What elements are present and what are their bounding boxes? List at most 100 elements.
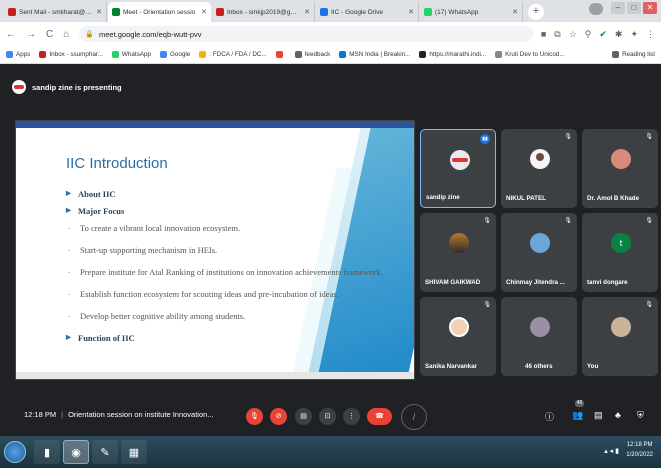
bookmark-apps[interactable]: Apps: [6, 51, 30, 58]
minimize-icon[interactable]: –: [611, 2, 625, 14]
meeting-info: 12:18 PM | Orientation session on institut…: [24, 410, 214, 419]
slide-content: About IIC Major Focus To create a vibran…: [66, 188, 396, 349]
star-icon[interactable]: ☆: [569, 29, 577, 40]
new-tab-button[interactable]: +: [528, 4, 544, 20]
youtube-icon: [275, 51, 283, 58]
participant-tile[interactable]: 🎙 NIKUL PATEL: [501, 129, 577, 208]
start-button[interactable]: [4, 441, 26, 463]
gmail-icon: [8, 8, 16, 16]
system-tray-icons[interactable]: ▴ ◂ ▮: [604, 447, 619, 455]
avatar: [530, 233, 550, 253]
tab-drive[interactable]: IIC - Google Drive ✕: [316, 2, 419, 22]
presenter-avatar: [12, 80, 26, 94]
window-controls: – □ ✕: [611, 2, 657, 14]
more-options-button[interactable]: ⋮: [343, 408, 360, 425]
present-button[interactable]: ⊡: [319, 408, 336, 425]
extension-check-icon[interactable]: ✔: [599, 29, 607, 40]
shared-screen: IIC Introduction About IIC Major Focus T…: [15, 120, 415, 380]
meeting-title: Orientation session on institute Innovat…: [68, 410, 214, 419]
avatar: [611, 149, 631, 169]
people-icon[interactable]: 👥: [572, 410, 583, 421]
camera-toggle-button[interactable]: ⊘: [270, 408, 287, 425]
chrome-taskbar-icon[interactable]: ◉: [63, 440, 89, 464]
presenter-banner: sandip zine is presenting: [12, 80, 122, 94]
mic-off-icon: 🎙: [645, 302, 653, 308]
slide-item: Start-up supporting mechanism in HEIs.: [66, 242, 396, 256]
reading-list-button[interactable]: Reading list: [612, 51, 655, 58]
camera-icon[interactable]: ■: [541, 29, 546, 39]
close-tab-icon[interactable]: ✕: [96, 8, 102, 16]
reading-list-icon: [612, 51, 620, 58]
participant-name: Chinmay Jitendra ...: [506, 279, 565, 286]
extensions-puzzle-icon[interactable]: ✦: [630, 29, 638, 40]
activities-icon[interactable]: ♣: [615, 410, 621, 420]
bookmark-youtube[interactable]: [275, 51, 286, 58]
self-tile[interactable]: 🎙 You: [582, 297, 658, 376]
mic-toggle-button[interactable]: 🎙: [246, 408, 263, 425]
slide-item: Function of IIC: [66, 332, 396, 344]
mic-off-icon: 🎙: [564, 134, 572, 140]
participant-tile[interactable]: 🎙 SHIVAM GAIKWAD: [420, 213, 496, 292]
bookmark-whatsapp[interactable]: WhatsApp: [111, 51, 151, 58]
meet-icon: [112, 8, 120, 16]
participant-name: Sanika Narvankar: [425, 363, 477, 370]
whatsapp-icon: [424, 8, 432, 16]
slide-item: To create a vibrant local innovation eco…: [66, 220, 396, 234]
system-clock[interactable]: 12:18 PM 1/20/2022: [626, 440, 653, 460]
tab-meet[interactable]: Meet - Orientation sessio ✕: [108, 2, 211, 22]
bookmark-fdca[interactable]: : FDCA / FDA / DC...: [199, 51, 267, 58]
back-icon[interactable]: ←: [6, 29, 16, 40]
powerpoint-taskbar-icon[interactable]: ▦: [121, 440, 147, 464]
shared-window-titlebar: [16, 121, 414, 128]
avatar: [449, 317, 469, 337]
forward-icon[interactable]: →: [26, 29, 36, 40]
explorer-taskbar-icon[interactable]: ▮: [34, 440, 60, 464]
participant-tile[interactable]: 🎙 Sanika Narvankar: [420, 297, 496, 376]
participant-name: sandip zine: [426, 194, 460, 201]
others-tile[interactable]: 46 others: [501, 297, 577, 376]
participant-tile[interactable]: 🎙 Dr. Amol B Khade: [582, 129, 658, 208]
bookmark-inbox[interactable]: Inbox - ssumphar...: [39, 51, 103, 58]
close-tab-icon[interactable]: ✕: [512, 8, 518, 16]
url-field[interactable]: 🔒 meet.google.com/eqb-wutt-pvv: [79, 26, 533, 42]
avatar: [449, 233, 469, 253]
bookmark-feedback[interactable]: feedback: [294, 51, 330, 58]
slide-item: Establish function ecosystem for scoutin…: [66, 286, 396, 300]
meeting-details-icon[interactable]: ⓘ: [545, 410, 554, 423]
menu-icon[interactable]: ⋮: [646, 29, 655, 40]
close-tab-icon[interactable]: ✕: [408, 8, 414, 16]
slide-title: IIC Introduction: [66, 155, 168, 172]
bookmark-marathi[interactable]: https://marathi.indi...: [419, 51, 486, 58]
host-controls-icon[interactable]: ⛨: [637, 410, 644, 421]
tab-sent-mail[interactable]: Sent Mail - smkharat@gmail.c✕: [4, 2, 107, 22]
slide-item: Prepare institute for Atal Ranking of in…: [66, 264, 396, 278]
reload-icon[interactable]: C: [46, 29, 53, 40]
profile-icon[interactable]: [589, 3, 603, 15]
tab-inbox[interactable]: Inbox - smkjp2019@gmail.co✕: [212, 2, 315, 22]
bookmark-page-icon: [199, 51, 207, 58]
bookmark-msn[interactable]: MSN India | Breakin...: [339, 51, 410, 58]
close-tab-icon[interactable]: ✕: [304, 8, 310, 16]
participant-tile[interactable]: 🎙 Chinmay Jitendra ...: [501, 213, 577, 292]
search-icon[interactable]: ⚲: [585, 29, 592, 40]
maximize-icon[interactable]: □: [627, 2, 641, 14]
avatar-group: [530, 317, 550, 337]
participant-tile[interactable]: 🎙 t tanvi dongare: [582, 213, 658, 292]
msn-icon: [339, 51, 347, 58]
participant-name: You: [587, 363, 599, 370]
home-icon[interactable]: ⌂: [63, 29, 69, 40]
share-icon[interactable]: ⧉: [554, 29, 560, 40]
chat-icon[interactable]: ▤: [594, 410, 603, 421]
apps-grid-icon: [6, 51, 13, 58]
leave-call-button[interactable]: ☎: [367, 408, 392, 425]
mic-off-icon: 🎙: [483, 218, 491, 224]
bookmark-kruti[interactable]: Kruti Dev to Unicod...: [495, 51, 565, 58]
tab-whatsapp[interactable]: (17) WhatsApp ✕: [420, 2, 523, 22]
bookmark-google[interactable]: Google: [159, 51, 190, 58]
participant-tile[interactable]: ▮▮ sandip zine: [420, 129, 496, 208]
close-window-icon[interactable]: ✕: [643, 2, 657, 14]
close-tab-icon[interactable]: ✕: [201, 8, 207, 16]
captions-button[interactable]: ▤: [295, 408, 312, 425]
extension-icon[interactable]: ✱: [615, 29, 623, 40]
paint-taskbar-icon[interactable]: ✎: [92, 440, 118, 464]
